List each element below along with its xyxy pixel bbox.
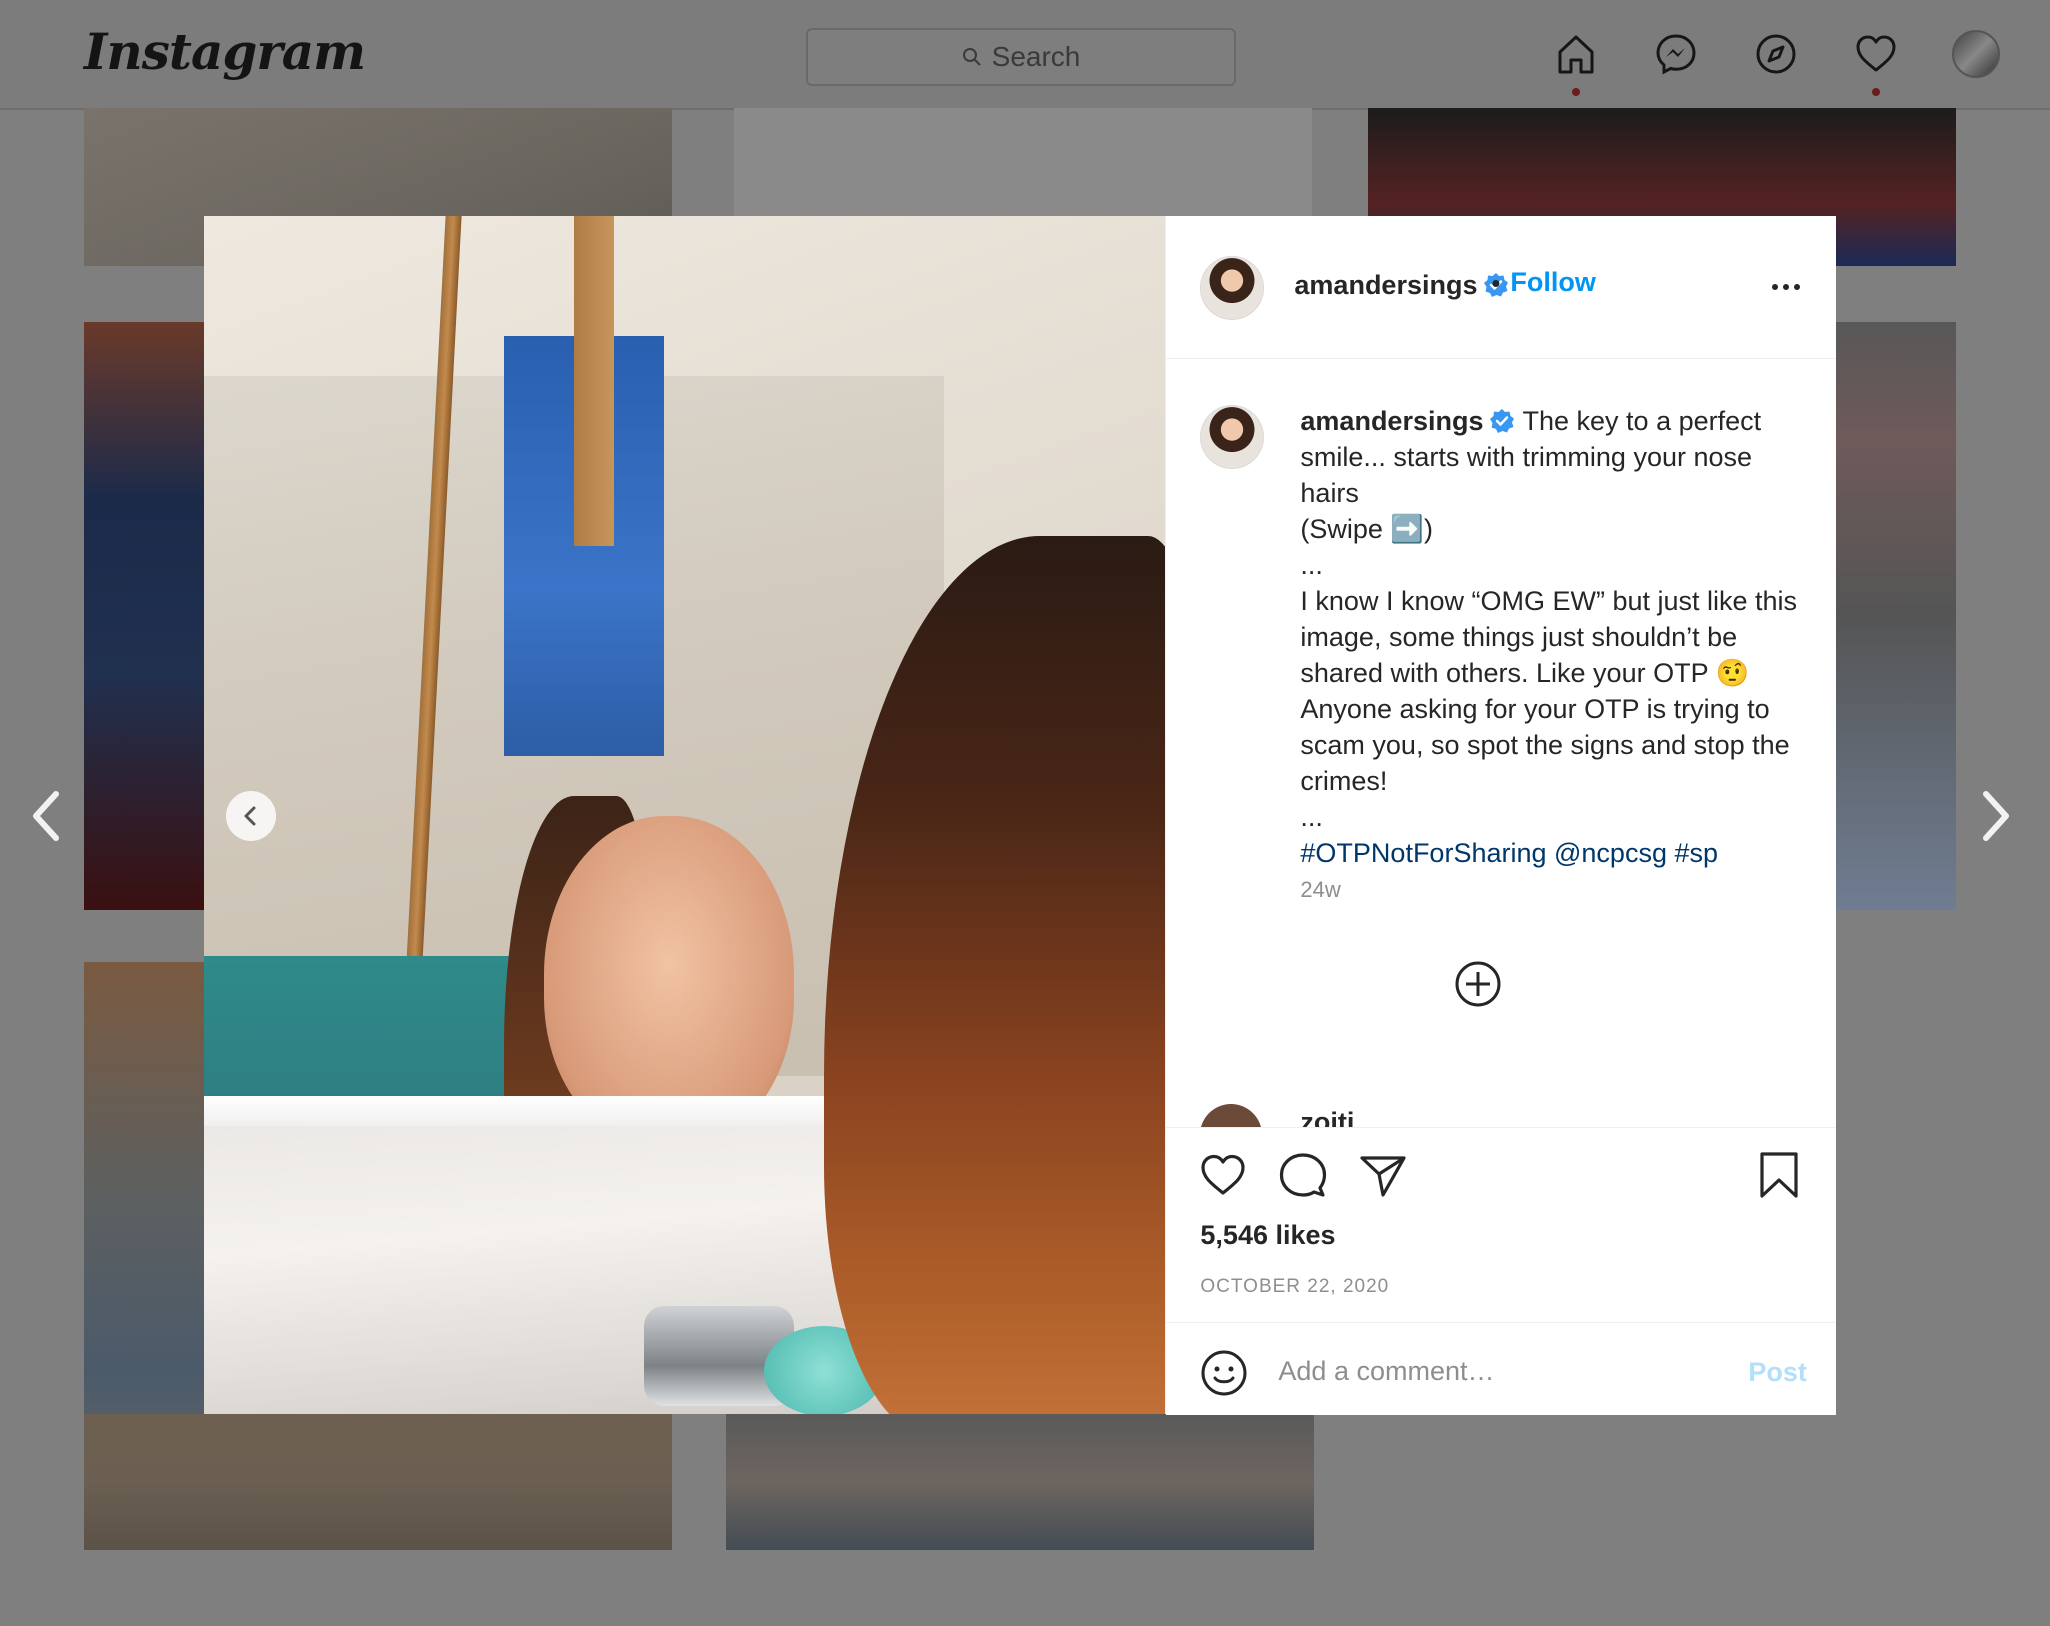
instagram-logo[interactable]: Instagram — [84, 22, 366, 81]
chevron-left-icon — [244, 806, 256, 826]
search-icon — [962, 48, 981, 66]
grid-post-thumbnail[interactable] — [84, 322, 204, 910]
comment-bubble-icon[interactable] — [1278, 1150, 1328, 1200]
verified-badge-icon — [1490, 409, 1515, 433]
activity-notification-dot — [1872, 88, 1880, 96]
next-post-arrow-icon[interactable] — [1976, 786, 2016, 846]
previous-post-arrow-icon[interactable] — [26, 786, 66, 846]
post-actions: 5,546 likes OCTOBER 22, 2020 Post — [1166, 1127, 1837, 1416]
photo-door-frame-top — [574, 216, 614, 546]
load-more-comments-icon[interactable] — [1453, 959, 1503, 1009]
search-placeholder: Search — [991, 41, 1081, 72]
like-heart-icon[interactable] — [1198, 1150, 1248, 1200]
follow-button[interactable]: Follow — [1510, 267, 1595, 298]
caption-username[interactable]: amandersings — [1300, 406, 1483, 436]
author-username-link[interactable]: amandersings — [1294, 270, 1509, 301]
caption-author-avatar[interactable] — [1200, 405, 1265, 469]
top-navigation-bar: Instagram Search — [0, 0, 2050, 110]
post-sidebar: amandersings • Follow amandersings The k… — [1165, 216, 1837, 1416]
separator-dot: • — [1491, 268, 1501, 298]
more-options-icon[interactable] — [1772, 284, 1801, 290]
save-bookmark-icon[interactable] — [1754, 1150, 1804, 1200]
author-username: amandersings — [1294, 270, 1478, 300]
post-comment-button[interactable]: Post — [1748, 1357, 1807, 1388]
author-avatar[interactable] — [1200, 256, 1265, 320]
home-icon[interactable] — [1552, 30, 1600, 96]
post-age: 24w — [1300, 877, 1341, 902]
carousel-previous-button[interactable] — [226, 791, 276, 841]
caption-hashtags-link[interactable]: #OTPNotForSharing @ncpcsg #sp — [1300, 838, 1718, 868]
likes-count[interactable]: 5,546 likes — [1200, 1220, 1335, 1251]
post-date: OCTOBER 22, 2020 — [1200, 1276, 1390, 1297]
activity-heart-icon[interactable] — [1852, 30, 1900, 96]
add-comment-bar: Post — [1166, 1322, 1837, 1416]
caption-body: The key to a perfect smile... starts wit… — [1300, 406, 1798, 832]
comment-input[interactable] — [1276, 1345, 1721, 1397]
emoji-smiley-icon[interactable] — [1200, 1349, 1248, 1397]
post-modal: amandersings • Follow amandersings The k… — [204, 216, 1837, 1416]
profile-avatar[interactable] — [1952, 30, 2000, 78]
comments-scroll-area[interactable]: amandersings The key to a perfect smile.… — [1166, 359, 1836, 1127]
commenter-avatar[interactable] — [1200, 1104, 1263, 1127]
grid-post-thumbnail[interactable] — [726, 1414, 1314, 1550]
commenter-username[interactable]: zoiti — [1300, 1107, 1354, 1127]
post-header: amandersings • Follow — [1166, 216, 1837, 359]
messenger-icon[interactable] — [1652, 30, 1700, 78]
grid-post-thumbnail[interactable] — [1836, 322, 1956, 910]
caption-text: amandersings The key to a perfect smile.… — [1300, 403, 1800, 871]
search-box[interactable]: Search — [806, 28, 1236, 86]
home-notification-dot — [1572, 88, 1580, 96]
grid-post-thumbnail[interactable] — [734, 108, 1312, 218]
share-send-icon[interactable] — [1358, 1150, 1408, 1200]
nav-icon-group — [1552, 30, 2000, 96]
explore-icon[interactable] — [1752, 30, 1800, 78]
grid-post-thumbnail[interactable] — [84, 1414, 672, 1550]
post-photo[interactable] — [204, 216, 1166, 1414]
